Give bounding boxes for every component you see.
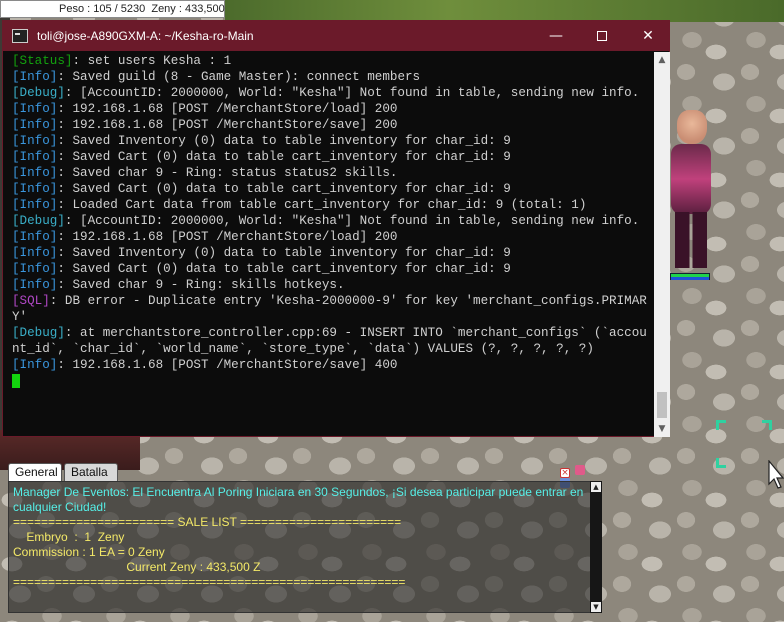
log-message: : Saved Inventory (0) data to table inve… bbox=[57, 134, 511, 148]
log-message: : Saved Inventory (0) data to table inve… bbox=[57, 246, 511, 260]
log-level-tag: [Info] bbox=[12, 70, 58, 84]
log-message: : Saved char 9 - Ring: status status2 sk… bbox=[57, 166, 398, 180]
log-level-tag: [Info] bbox=[12, 166, 58, 180]
log-message: : 192.168.1.68 [POST /MerchantStore/save… bbox=[57, 358, 398, 372]
chat-scroll-down-icon[interactable]: ▼ bbox=[591, 602, 601, 612]
console-line: [Info]: Saved Cart (0) data to table car… bbox=[12, 181, 653, 197]
log-message: : DB error - Duplicate entry 'Kesha-2000… bbox=[12, 294, 647, 324]
mouse-pointer-icon bbox=[768, 460, 784, 489]
console-line: [Info]: Saved char 9 - Ring: skills hotk… bbox=[12, 277, 653, 293]
log-level-tag: [Info] bbox=[12, 230, 58, 244]
scroll-up-arrow-icon[interactable]: ▲ bbox=[654, 52, 670, 68]
character-body bbox=[671, 144, 711, 214]
console-line: [Info]: Saved Inventory (0) data to tabl… bbox=[12, 245, 653, 261]
console-line: [Info]: Loaded Cart data from table cart… bbox=[12, 197, 653, 213]
tab-batalla[interactable]: Batalla bbox=[64, 463, 118, 481]
log-level-tag: [Status] bbox=[12, 54, 73, 68]
character-head bbox=[677, 110, 707, 144]
target-marker-icon bbox=[762, 420, 772, 430]
log-message: : Saved char 9 - Ring: skills hotkeys. bbox=[57, 278, 345, 292]
console-line: [Info]: 192.168.1.68 [POST /MerchantStor… bbox=[12, 357, 653, 373]
terminal-output[interactable]: [Status]: set users Kesha : 1 [Info]: Sav… bbox=[12, 53, 653, 437]
maximize-button[interactable] bbox=[579, 21, 625, 51]
console-line: [Info]: 192.168.1.68 [POST /MerchantStor… bbox=[12, 229, 653, 245]
console-line: [Info]: Saved Cart (0) data to table car… bbox=[12, 261, 653, 277]
log-message: : [AccountID: 2000000, World: "Kesha"] N… bbox=[64, 86, 640, 100]
terminal-icon bbox=[12, 29, 28, 43]
log-level-tag: [Info] bbox=[12, 358, 58, 372]
log-level-tag: [Info] bbox=[12, 182, 58, 196]
log-message: : Loaded Cart data from table cart_inven… bbox=[57, 198, 587, 212]
game-grass-area bbox=[225, 0, 784, 22]
console-line: [SQL]: DB error - Duplicate entry 'Kesha… bbox=[12, 293, 653, 325]
chat-window-controls: × bbox=[560, 465, 596, 488]
terminal-title-bar[interactable]: toli@jose-A890GXM-A: ~/Kesha-ro-Main — ✕ bbox=[3, 21, 669, 51]
log-level-tag: [Info] bbox=[12, 198, 58, 212]
console-line: [Info]: 192.168.1.68 [POST /MerchantStor… bbox=[12, 101, 653, 117]
log-message: : Saved Cart (0) data to table cart_inve… bbox=[57, 182, 511, 196]
log-level-tag: [Info] bbox=[12, 134, 58, 148]
chat-close-icon[interactable]: × bbox=[560, 468, 570, 478]
close-button[interactable]: ✕ bbox=[625, 21, 671, 51]
chat-message: Manager De Eventos: El Encuentra Al Pori… bbox=[13, 485, 587, 514]
prompt-line[interactable] bbox=[12, 373, 653, 389]
scroll-down-arrow-icon[interactable]: ▼ bbox=[654, 421, 670, 437]
console-line: [Status]: set users Kesha : 1 bbox=[12, 53, 653, 69]
target-marker-icon bbox=[716, 458, 726, 468]
log-message: : 192.168.1.68 [POST /MerchantStore/load… bbox=[57, 230, 398, 244]
minimize-button[interactable]: — bbox=[533, 21, 579, 51]
log-message: : 192.168.1.68 [POST /MerchantStore/load… bbox=[57, 102, 398, 116]
scroll-thumb[interactable] bbox=[657, 392, 667, 418]
log-level-tag: [Debug] bbox=[12, 86, 65, 100]
chat-scrollbar[interactable]: ▲ ▼ bbox=[590, 481, 602, 613]
log-level-tag: [Info] bbox=[12, 102, 58, 116]
console-line: [Info]: Saved Cart (0) data to table car… bbox=[12, 149, 653, 165]
tab-general[interactable]: General bbox=[8, 463, 62, 481]
console-line: [Info]: Saved Inventory (0) data to tabl… bbox=[12, 133, 653, 149]
chat-log[interactable]: Manager De Eventos: El Encuentra Al Pori… bbox=[8, 481, 602, 613]
log-level-tag: [Info] bbox=[12, 150, 58, 164]
terminal-scrollbar[interactable]: ▲ ▼ bbox=[654, 52, 670, 437]
chat-message: Current Zeny : 433,500 Z bbox=[13, 560, 261, 574]
log-message: : Saved Cart (0) data to table cart_inve… bbox=[57, 150, 511, 164]
log-message: : set users Kesha : 1 bbox=[72, 54, 232, 68]
chat-window[interactable]: General Batalla × Manager De Eventos: El… bbox=[8, 463, 602, 613]
target-marker-icon bbox=[716, 420, 726, 430]
console-line: [Info]: Saved char 9 - Ring: status stat… bbox=[12, 165, 653, 181]
log-level-tag: [Debug] bbox=[12, 326, 65, 340]
terminal-window[interactable]: toli@jose-A890GXM-A: ~/Kesha-ro-Main — ✕… bbox=[2, 20, 670, 437]
log-level-tag: [SQL] bbox=[12, 294, 50, 308]
character-hp-sp-bar bbox=[670, 273, 710, 280]
log-level-tag: [Info] bbox=[12, 262, 58, 276]
chat-message: Embryo : 1 Zeny bbox=[13, 530, 125, 544]
log-level-tag: [Info] bbox=[12, 246, 58, 260]
console-line: [Debug]: at merchantstore_controller.cpp… bbox=[12, 325, 653, 357]
log-message: : at merchantstore_controller.cpp:69 - I… bbox=[12, 326, 647, 356]
chat-message: ========================================… bbox=[13, 575, 406, 589]
weight-zeny-status: Peso : 105 / 5230 Zeny : 433,500 bbox=[0, 0, 225, 18]
log-message: : [AccountID: 2000000, World: "Kesha"] N… bbox=[64, 214, 640, 228]
chat-message: ======================= SALE LIST ======… bbox=[13, 515, 402, 529]
chat-lock-icon[interactable] bbox=[575, 465, 586, 475]
log-message: : 192.168.1.68 [POST /MerchantStore/save… bbox=[57, 118, 398, 132]
console-line: [Info]: 192.168.1.68 [POST /MerchantStor… bbox=[12, 117, 653, 133]
maximize-icon bbox=[597, 31, 607, 41]
console-line: [Debug]: [AccountID: 2000000, World: "Ke… bbox=[12, 213, 653, 229]
chat-scroll-up-icon[interactable]: ▲ bbox=[591, 482, 601, 492]
log-message: : Saved guild (8 - Game Master): connect… bbox=[57, 70, 421, 84]
text-cursor bbox=[12, 373, 20, 388]
character-legs bbox=[675, 212, 707, 268]
chat-message: Commission : 1 EA = 0 Zeny bbox=[13, 545, 165, 559]
console-line: [Info]: Saved guild (8 - Game Master): c… bbox=[12, 69, 653, 85]
log-level-tag: [Debug] bbox=[12, 214, 65, 228]
player-character-sprite[interactable] bbox=[663, 108, 719, 288]
log-level-tag: [Info] bbox=[12, 118, 58, 132]
console-line: [Debug]: [AccountID: 2000000, World: "Ke… bbox=[12, 85, 653, 101]
log-level-tag: [Info] bbox=[12, 278, 58, 292]
terminal-title: toli@jose-A890GXM-A: ~/Kesha-ro-Main bbox=[37, 29, 254, 43]
log-message: : Saved Cart (0) data to table cart_inve… bbox=[57, 262, 511, 276]
